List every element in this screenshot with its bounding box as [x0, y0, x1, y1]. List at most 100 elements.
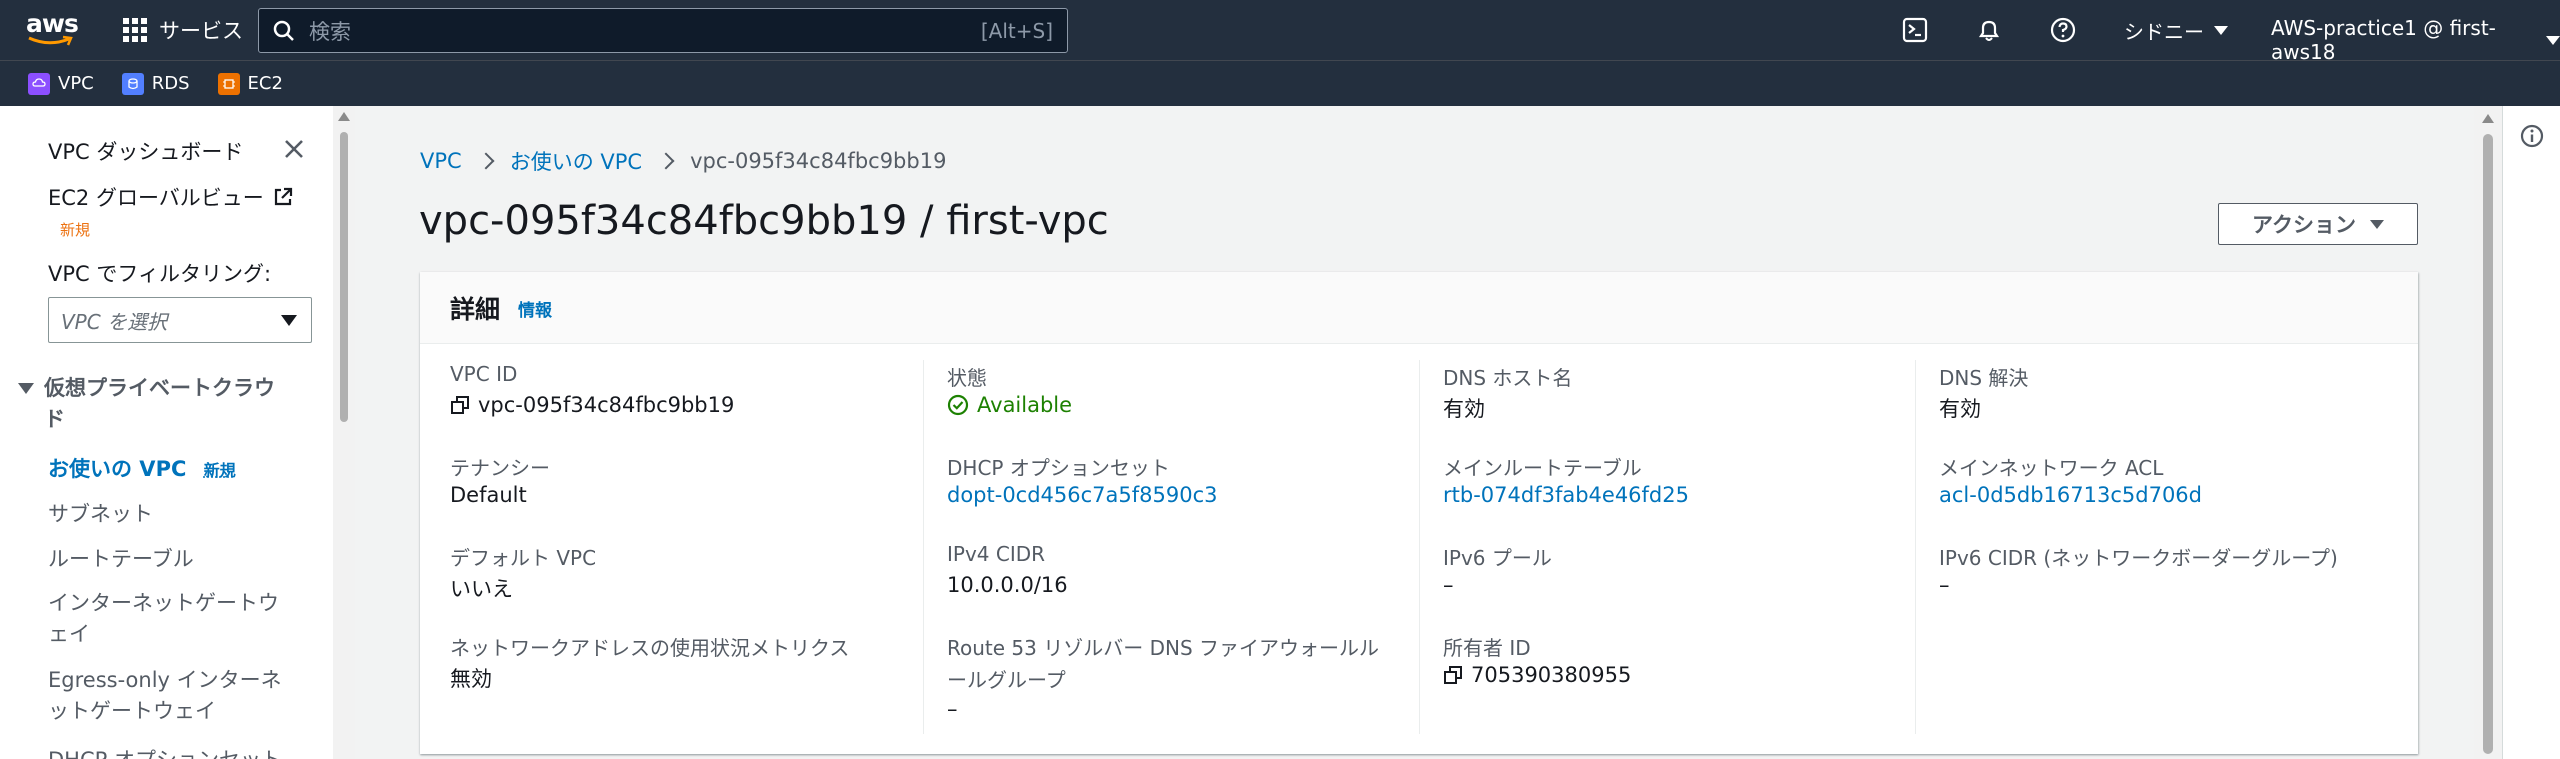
- account-menu[interactable]: AWS-practice1 @ first-aws18: [2271, 16, 2560, 64]
- new-badge: 新規: [60, 219, 90, 240]
- chevron-right-icon: [477, 153, 494, 170]
- state-text: Available: [977, 393, 1072, 417]
- sidebar-scrollbar[interactable]: [333, 106, 355, 759]
- sidebar-item-internet-gateways[interactable]: インターネットゲートウ ェイ: [48, 588, 279, 650]
- field-label-dhcp-option-set: DHCP オプションセット: [947, 452, 1170, 481]
- details-title: 詳細: [450, 290, 500, 326]
- rds-service-icon: [122, 73, 144, 95]
- favorite-ec2[interactable]: EC2: [218, 73, 283, 95]
- column-divider: [1915, 360, 1916, 734]
- sidebar-item-label-line1: インターネットゲートウ: [48, 588, 279, 619]
- field-label-dns-resolution: DNS 解決: [1939, 362, 2028, 391]
- field-label-line2: ールグループ: [947, 664, 1379, 696]
- services-label: サービス: [159, 15, 243, 45]
- field-value-ipv4-cidr: 10.0.0.0/16: [947, 573, 1068, 597]
- field-value-owner-id: 705390380955: [1443, 663, 1631, 687]
- info-icon[interactable]: [2520, 124, 2544, 148]
- sidebar-item-label-line2: ェイ: [48, 619, 279, 650]
- owner-id-text: 705390380955: [1471, 663, 1631, 687]
- sidebar-item-ec2-global-view[interactable]: EC2 グローバルビュー: [48, 182, 294, 212]
- aws-smile-icon: [27, 35, 75, 47]
- breadcrumb-your-vpcs[interactable]: お使いの VPC: [510, 146, 642, 176]
- field-label-ipv6-pool: IPv6 プール: [1443, 542, 1552, 571]
- check-circle-icon: [947, 394, 969, 416]
- top-navigation: aws サービス 検索 [Alt+S] シドニー AWS-practice1 @…: [0, 0, 2560, 60]
- ec2-service-icon: [218, 73, 240, 95]
- tools-rail: [2502, 106, 2560, 759]
- grid-icon: [123, 18, 147, 42]
- sidebar-item-label-line1: Egress-only インターネ: [48, 665, 282, 696]
- scroll-up-icon[interactable]: [2482, 114, 2494, 123]
- favorite-vpc[interactable]: VPC: [28, 73, 94, 95]
- column-divider: [1419, 360, 1420, 734]
- copy-icon[interactable]: [450, 395, 470, 415]
- services-menu-button[interactable]: サービス: [123, 15, 243, 45]
- field-label-network-address-metrics: ネットワークアドレスの使用状況メトリクス: [450, 632, 849, 661]
- field-label-owner-id: 所有者 ID: [1443, 632, 1531, 661]
- vpc-filter-select[interactable]: VPC を選択: [48, 297, 312, 343]
- field-value-vpc-id: vpc-095f34c84fbc9bb19: [450, 393, 734, 417]
- search-input[interactable]: 検索 [Alt+S]: [258, 8, 1068, 53]
- favorite-rds[interactable]: RDS: [122, 73, 190, 95]
- field-label-main-route-table: メインルートテーブル: [1443, 452, 1642, 481]
- details-panel: 詳細 情報 VPC ID vpc-095f34c84fbc9bb19 テナンシー…: [420, 272, 2418, 754]
- sidebar-item-label: お使いの VPC: [48, 457, 186, 481]
- sidebar-item-egress-only-igw[interactable]: Egress-only インターネ ットゲートウェイ: [48, 665, 282, 727]
- aws-logo[interactable]: aws: [26, 10, 78, 50]
- favorites-bar: VPC RDS EC2: [0, 60, 2560, 106]
- cloudshell-icon[interactable]: [1902, 17, 1928, 43]
- breadcrumb-vpc[interactable]: VPC: [420, 149, 462, 173]
- field-value-dns-resolution: 有効: [1939, 393, 1981, 423]
- page-title: vpc-095f34c84fbc9bb19 / first-vpc: [419, 198, 1109, 244]
- field-value-ipv6-pool: –: [1443, 573, 1454, 597]
- info-link[interactable]: 情報: [518, 296, 552, 321]
- field-value-ipv6-cidr: –: [1939, 573, 1950, 597]
- sidebar-item-dhcp-option-sets[interactable]: DHCP オプションセット: [48, 744, 282, 759]
- breadcrumb: VPC お使いの VPC vpc-095f34c84fbc9bb19: [420, 146, 946, 176]
- main-scrollbar[interactable]: [2474, 106, 2502, 759]
- field-label-ipv6-cidr: IPv6 CIDR (ネットワークボーダーグループ): [1939, 542, 2338, 571]
- field-value-main-route-table[interactable]: rtb-074df3fab4e46fd25: [1443, 483, 1689, 507]
- sidebar-item-subnets[interactable]: サブネット: [48, 498, 153, 528]
- field-label-tenancy: テナンシー: [450, 452, 550, 481]
- sidebar-item-your-vpcs[interactable]: お使いの VPC 新規: [48, 453, 236, 483]
- chevron-down-icon: [2546, 36, 2560, 45]
- actions-button[interactable]: アクション: [2218, 203, 2418, 245]
- chevron-down-icon: [281, 315, 297, 326]
- copy-icon[interactable]: [1443, 665, 1463, 685]
- help-icon[interactable]: [2050, 17, 2076, 43]
- search-placeholder: 検索: [309, 16, 981, 46]
- section-virtual-private-cloud[interactable]: 仮想プライベートクラウド: [18, 373, 288, 435]
- caret-down-icon: [18, 383, 34, 394]
- region-selector[interactable]: シドニー: [2124, 16, 2228, 45]
- actions-label: アクション: [2252, 209, 2356, 239]
- field-value-dns-hostnames: 有効: [1443, 393, 1485, 423]
- close-icon[interactable]: [283, 138, 305, 160]
- favorite-vpc-label: VPC: [58, 73, 94, 94]
- field-value-main-network-acl[interactable]: acl-0d5db16713c5d706d: [1939, 483, 2202, 507]
- details-header: 詳細 情報: [420, 272, 2418, 344]
- region-label: シドニー: [2124, 16, 2204, 45]
- vpc-service-icon: [28, 73, 50, 95]
- field-label-line1: Route 53 リゾルバー DNS ファイアウォールル: [947, 632, 1379, 664]
- search-icon: [273, 20, 295, 42]
- chevron-down-icon: [2214, 26, 2228, 35]
- search-shortcut: [Alt+S]: [981, 19, 1053, 43]
- vpc-filter-placeholder: VPC を選択: [61, 306, 167, 335]
- field-label-dns-hostnames: DNS ホスト名: [1443, 362, 1572, 391]
- sidebar-item-vpc-dashboard[interactable]: VPC ダッシュボード: [48, 136, 243, 166]
- sidebar-item-route-tables[interactable]: ルートテーブル: [48, 543, 194, 573]
- bell-icon[interactable]: [1976, 17, 2002, 43]
- favorite-ec2-label: EC2: [248, 73, 283, 94]
- sidebar-item-label-line2: ットゲートウェイ: [48, 696, 282, 727]
- field-value-dhcp-option-set[interactable]: dopt-0cd456c7a5f8590c3: [947, 483, 1218, 507]
- new-link[interactable]: 新規: [204, 461, 236, 480]
- sidebar-item-label: EC2 グローバルビュー: [48, 182, 264, 212]
- vpc-id-text: vpc-095f34c84fbc9bb19: [478, 393, 734, 417]
- field-value-network-address-metrics: 無効: [450, 663, 492, 693]
- field-value-tenancy: Default: [450, 483, 527, 507]
- scrollbar-thumb[interactable]: [2483, 134, 2493, 754]
- scrollbar-thumb[interactable]: [340, 132, 348, 422]
- field-label-default-vpc: デフォルト VPC: [450, 542, 596, 571]
- scroll-up-icon[interactable]: [338, 112, 350, 121]
